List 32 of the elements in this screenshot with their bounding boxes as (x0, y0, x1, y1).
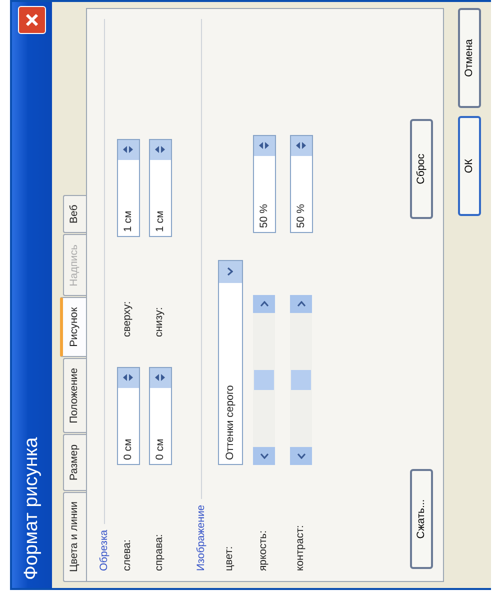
slider[interactable] (253, 295, 275, 465)
field-label: сверху: (120, 300, 134, 337)
field-label: контраст: (293, 524, 308, 571)
dialog-button[interactable]: Отмена (458, 8, 481, 108)
spin-field[interactable]: 0 см (116, 367, 140, 465)
tab[interactable]: Веб (63, 194, 86, 234)
spin-field[interactable]: 1 см (148, 139, 172, 237)
field-label: яркость: (256, 529, 270, 571)
compress-button[interactable]: Сжать... (410, 469, 433, 569)
field-label: справа: (152, 533, 166, 571)
slider-thumb[interactable] (291, 370, 311, 390)
tab[interactable]: Рисунок (60, 297, 86, 357)
field-label: слева: (120, 538, 134, 571)
group-title: Изображение (194, 504, 208, 571)
tab[interactable]: Размер (63, 434, 86, 491)
dropdown-field[interactable]: Оттенки серого (218, 260, 242, 465)
reset-button[interactable]: Сброс (410, 119, 433, 219)
spin-field[interactable]: 0 см (148, 367, 172, 465)
group-title: Обрезка (97, 530, 111, 571)
field-label: снизу: (152, 306, 166, 337)
close-button[interactable] (18, 6, 46, 34)
slider-thumb[interactable] (254, 370, 274, 390)
dialog-button[interactable]: ОК (458, 116, 481, 216)
tab[interactable]: Цвета и линии (63, 492, 86, 582)
spin-field[interactable]: 50 % (252, 135, 276, 233)
slider[interactable] (290, 295, 312, 465)
window-title: Формат рисунка (20, 437, 43, 580)
field-label: цвет: (222, 545, 236, 571)
spin-field[interactable]: 1 см (116, 139, 140, 237)
close-icon (24, 12, 40, 28)
spin-field[interactable]: 50 % (290, 135, 312, 233)
tab[interactable]: Положение (63, 358, 86, 434)
